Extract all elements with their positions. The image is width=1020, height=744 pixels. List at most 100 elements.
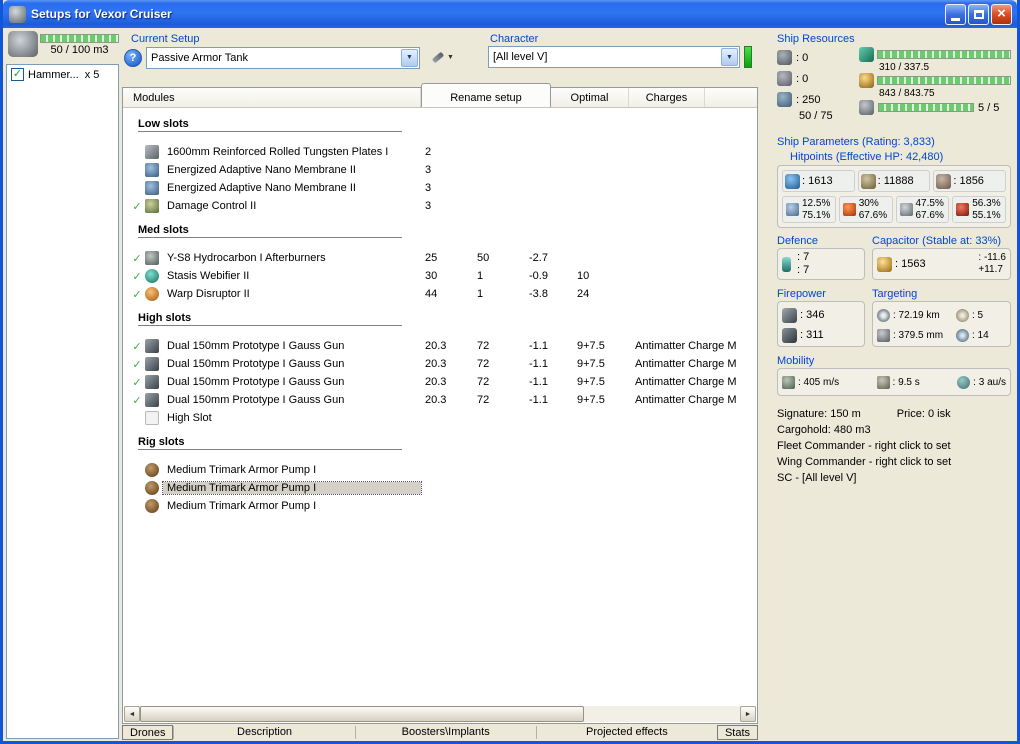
squad-commander-line[interactable]: SC - [All level V] [777,470,1011,486]
horizontal-scrollbar[interactable]: ◄ ► [124,706,756,722]
module-row[interactable]: ✓ Dual 150mm Prototype I Gauss Gun 20.3 … [123,337,757,355]
gauss-gun-icon [145,375,159,389]
module-row[interactable]: 1600mm Reinforced Rolled Tungsten Plates… [123,143,757,161]
tab-projected-effects[interactable]: Projected effects [535,726,717,739]
nano-membrane-icon [145,163,159,177]
module-col4: 9+7.5 [577,394,605,406]
shield-hp-value: : 1613 [802,175,833,187]
module-name: Stasis Webifier II [167,270,250,282]
targeting-label: Targeting [872,288,918,300]
capacitor-icon [877,256,892,272]
module-charge: Antimatter Charge M [635,376,737,388]
wing-commander-line[interactable]: Wing Commander - right click to set [777,454,1011,470]
module-row[interactable]: ✓ Damage Control II 3 [123,197,757,215]
character-combobox[interactable]: [All level V] ▼ [488,46,740,68]
module-name: Medium Trimark Armor Pump I [162,481,422,495]
section-low-slots: Low slots 1600mm Reinforced Rolled Tungs… [123,118,757,215]
signature-value: Signature: 150 m [777,408,861,420]
module-name: Medium Trimark Armor Pump I [167,500,317,512]
module-col1: 3 [425,200,432,212]
speed-value: : 405 m/s [798,376,840,388]
module-col2: 50 [477,252,490,264]
module-row[interactable]: Energized Adaptive Nano Membrane II 3 [123,179,757,197]
module-col2: 72 [477,340,490,352]
module-row[interactable]: ✓ Dual 150mm Prototype I Gauss Gun 20.3 … [123,373,757,391]
app-window: Setups for Vexor Cruiser × 50 / 100 m3 ✓… [0,0,1020,744]
module-col1: 20.3 [425,394,447,406]
tab-boosters-implants[interactable]: Boosters\Implants [354,726,536,739]
kinetic-resist-icon [899,203,913,216]
tab-drones[interactable]: Drones [122,725,174,740]
scrollbar-track[interactable] [140,706,740,722]
warp-speed-value: : 3 au/s [973,376,1006,388]
drone-list[interactable]: ✓ Hammer... x 5 [6,64,119,739]
powergrid-value: 843 / 843.75 [879,88,935,99]
active-check-icon: ✓ [132,340,142,353]
cpu-bar [877,50,1011,59]
module-row-selected[interactable]: Medium Trimark Armor Pump I [123,479,757,497]
modules-column-header[interactable]: Modules [123,88,421,107]
combo-dropdown-icon[interactable]: ▼ [401,48,418,67]
hull-hp-value: : 1856 [953,175,984,187]
minimize-button[interactable] [945,3,966,25]
main-area: Current Setup ? Passive Armor Tank ▼ ▼ C… [122,30,759,741]
rename-setup-tab[interactable]: Rename setup [421,83,551,107]
module-row[interactable]: Energized Adaptive Nano Membrane II 3 [123,161,757,179]
charges-column-header[interactable]: Charges [629,88,705,107]
volley-icon [782,327,797,343]
hitpoints-label: Hitpoints (Effective HP: 42,480) [790,151,944,163]
max-targets-value: : 5 [972,309,984,321]
price-value: Price: 0 isk [896,408,951,420]
cpu-icon [859,47,874,62]
gauss-gun-icon [145,393,159,407]
combo-dropdown-icon[interactable]: ▼ [721,48,738,66]
tab-description[interactable]: Description [173,726,354,739]
titlebar[interactable]: Setups for Vexor Cruiser × [3,0,1017,28]
module-row[interactable]: Medium Trimark Armor Pump I [123,497,757,515]
defence-icon [782,256,791,272]
warp-disruptor-icon [145,287,159,301]
module-col3: -1.1 [529,358,548,370]
fleet-commander-line[interactable]: Fleet Commander - right click to set [777,438,1011,454]
module-row[interactable]: Medium Trimark Armor Pump I [123,461,757,479]
module-row[interactable]: ✓ Warp Disruptor II 44 1 -3.8 24 [123,285,757,303]
volley-value: : 311 [800,329,824,341]
module-name: Y-S8 Hydrocarbon I Afterburners [167,252,326,264]
module-name: Dual 150mm Prototype I Gauss Gun [167,358,345,370]
firepower-box: : 346 : 311 [777,301,865,347]
launcher-hardpoints-value: : 0 [796,72,809,85]
align-time-icon [876,375,890,389]
scroll-left-button[interactable]: ◄ [124,706,140,722]
module-list-header: Modules Rename setup Optimal Charges [123,83,757,108]
empty-highslot-icon [145,411,159,425]
drone-checkbox[interactable]: ✓ [11,68,24,81]
armor-hp-value: : 11888 [877,175,914,187]
drone-bandwidth-value: 50 / 75 [799,110,833,122]
module-row[interactable]: ✓ Stasis Webifier II 30 1 -0.9 10 [123,267,757,285]
module-col1: 20.3 [425,376,447,388]
close-button[interactable]: × [991,3,1012,25]
maximize-button[interactable] [968,3,989,25]
optimal-column-header[interactable]: Optimal [551,88,629,107]
ship-resources-label: Ship Resources [777,33,855,45]
help-button[interactable]: ? [124,48,142,67]
module-row[interactable]: ✓ Y-S8 Hydrocarbon I Afterburners 25 50 … [123,249,757,267]
warp-speed-icon [957,375,971,389]
setup-tools-button[interactable]: ▼ [425,47,461,69]
character-status-indicator [744,46,752,68]
drone-list-item[interactable]: ✓ Hammer... x 5 [9,67,116,82]
scroll-right-button[interactable]: ► [740,706,756,722]
module-col2: 1 [477,288,484,300]
module-row-empty[interactable]: High Slot [123,409,757,427]
scrollbar-thumb[interactable] [140,706,584,722]
tab-stats[interactable]: Stats [716,725,759,740]
module-row[interactable]: ✓ Dual 150mm Prototype I Gauss Gun 20.3 … [123,391,757,409]
active-check-icon: ✓ [132,376,142,389]
setup-combobox[interactable]: Passive Armor Tank ▼ [146,46,420,69]
drone-capacity-bar [40,34,119,43]
module-row[interactable]: ✓ Dual 150mm Prototype I Gauss Gun 20.3 … [123,355,757,373]
em-resist-icon [786,203,799,216]
module-col2: 72 [477,358,490,370]
scan-resolution-icon [877,328,890,342]
speed-icon [782,375,795,389]
